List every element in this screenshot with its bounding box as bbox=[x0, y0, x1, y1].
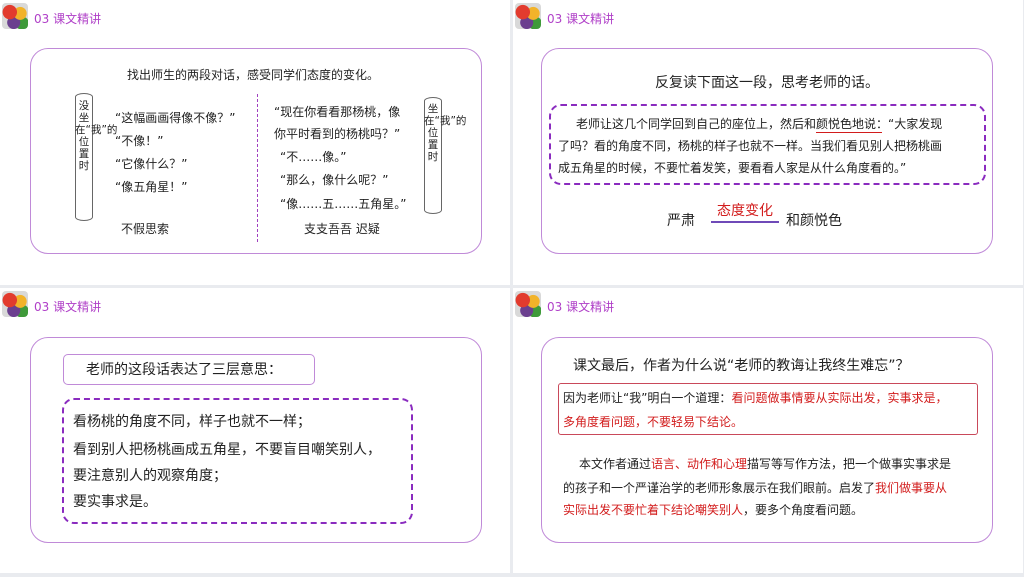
summary-line-3: 实际出发不要忙着下结论嘲笑别人，要多个角度看问题。 bbox=[563, 503, 864, 517]
paragraph-line: 了吗？看的角度不同，杨桃的样子也就不一样。当我们看见别人把杨桃画 bbox=[558, 139, 943, 153]
emphasis-underline bbox=[816, 132, 882, 133]
slide-1[interactable]: 03 课文精讲 找出师生的两段对话，感受同学们态度的变化。 没坐在“我”的位置时… bbox=[0, 0, 510, 285]
attitude-before: 严肃 bbox=[667, 213, 695, 229]
dialog-line: “像……五……五角星。” bbox=[280, 197, 407, 211]
dialog-line: “这幅画画得像不像？” bbox=[115, 111, 236, 125]
dialog-line: 你平时看到的杨桃吗？” bbox=[274, 127, 401, 141]
section-title: 03 课文精讲 bbox=[34, 300, 102, 314]
dialog-line: “像五角星！” bbox=[115, 180, 188, 194]
attitude-change-label: 态度变化 bbox=[717, 203, 773, 219]
attitude-after: 和颜悦色 bbox=[786, 213, 842, 229]
section-title: 03 课文精讲 bbox=[547, 12, 615, 26]
fruit-icon bbox=[2, 3, 28, 29]
summary-line-2: 的孩子和一个严谨治学的老师形象展示在我们眼前。启发了我们做事要从 bbox=[563, 481, 948, 495]
question-text: 反复读下面这一段，思考老师的话。 bbox=[655, 75, 879, 91]
instruction-text: 找出师生的两段对话，感受同学们态度的变化。 bbox=[127, 68, 380, 82]
answer-line-2: 多角度看问题，不要轻易下结论。 bbox=[563, 415, 744, 429]
section-title: 03 课文精讲 bbox=[547, 300, 615, 314]
point-item: 看杨桃的角度不同，样子也就不一样； bbox=[73, 414, 311, 430]
dialog-line: “不……像。” bbox=[280, 150, 347, 164]
right-scroll-text: 坐在“我”的位置时 bbox=[424, 103, 467, 163]
paragraph-line: 成五角星的时候，不要忙着发笑，要看看人家是从什么角度看的。” bbox=[558, 161, 907, 175]
paragraph-line: 老师让这几个同学回到自己的座位上，然后和颜悦色地说：“大家发现 bbox=[576, 117, 943, 131]
point-item: 要注意别人的观察角度； bbox=[73, 468, 227, 484]
point-item: 看到别人把杨桃画成五角星，不要盲目嘲笑别人， bbox=[73, 442, 381, 458]
divider bbox=[257, 94, 258, 242]
attitude-arrow-line bbox=[711, 221, 779, 223]
answer-line-1: 因为老师让“我”明白一个道理：看问题做事情要从实际出发，实事求是， bbox=[563, 391, 948, 405]
dialog-line: “那么，像什么呢？” bbox=[280, 173, 389, 187]
dialog-line: “现在你看看那杨桃，像 bbox=[274, 105, 401, 119]
left-scroll-text: 没坐在“我”的位置时 bbox=[75, 100, 118, 172]
slide-3[interactable]: 03 课文精讲 老师的这段话表达了三层意思： 看杨桃的角度不同，样子也就不一样；… bbox=[0, 288, 510, 573]
fruit-icon bbox=[515, 291, 541, 317]
points-heading: 老师的这段话表达了三层意思： bbox=[86, 362, 282, 378]
right-summary: 支支吾吾 迟疑 bbox=[304, 222, 380, 236]
slide-2[interactable]: 03 课文精讲 反复读下面这一段，思考老师的话。 老师让这几个同学回到自己的座位… bbox=[513, 0, 1023, 285]
slide-4[interactable]: 03 课文精讲 课文最后，作者为什么说“老师的教诲让我终生难忘”？ 因为老师让“… bbox=[513, 288, 1023, 573]
fruit-icon bbox=[2, 291, 28, 317]
point-item: 要实事求是。 bbox=[73, 494, 157, 510]
section-title: 03 课文精讲 bbox=[34, 12, 102, 26]
summary-line-1: 本文作者通过语言、动作和心理描写等写作方法，把一个做事实事求是 bbox=[579, 457, 952, 471]
left-summary: 不假思索 bbox=[121, 222, 170, 236]
fruit-icon bbox=[515, 3, 541, 29]
dialog-line: “它像什么？” bbox=[115, 157, 188, 171]
question-text: 课文最后，作者为什么说“老师的教诲让我终生难忘”？ bbox=[573, 358, 910, 374]
dialog-line: “不像！” bbox=[115, 134, 164, 148]
